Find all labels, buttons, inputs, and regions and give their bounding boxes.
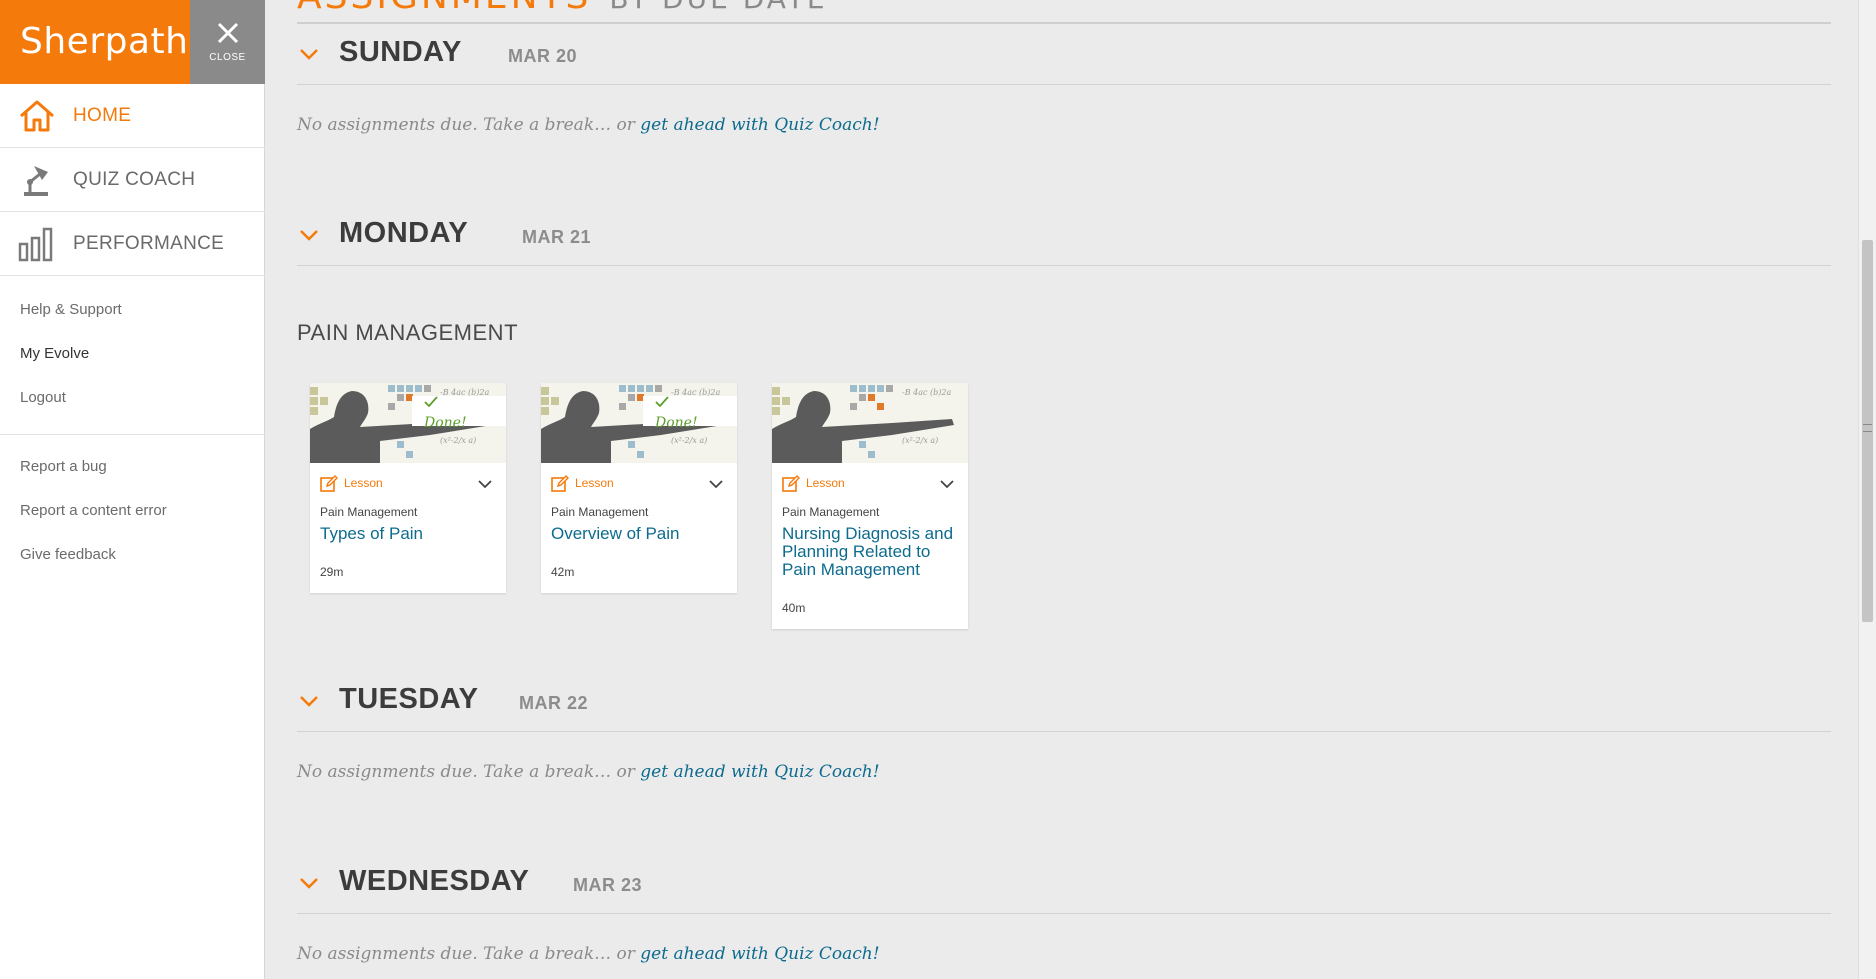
bar-chart-icon [18, 227, 53, 262]
card-course: Pain Management [320, 505, 418, 519]
nav-item-home[interactable]: HOME [0, 84, 265, 148]
card-type-label: Lesson [575, 476, 614, 490]
card-duration: 40m [782, 601, 806, 615]
close-icon [217, 22, 238, 44]
day-name: TUESDAY [339, 683, 479, 715]
svg-text:(x²-2/x a): (x²-2/x a) [902, 436, 938, 445]
assignment-card[interactable]: -B 4ac (b)2a (x²-2/x a) Lesson Pain Mana… [772, 383, 968, 629]
card-type-row: Lesson [772, 473, 968, 503]
no-assignments-text: No assignments due. Take a break… or [297, 115, 641, 135]
day-header-monday: MONDAY MAR 21 [297, 205, 1831, 266]
lesson-thumbnail: -B 4ac (b)2a (x²-2/x a) Done! [310, 383, 506, 463]
day-name: MONDAY [339, 217, 469, 249]
vertical-scrollbar[interactable] [1858, 0, 1876, 979]
section-title: PAIN MANAGEMENT [297, 320, 519, 345]
nav-label-home: HOME [73, 105, 132, 126]
nav-label-quiz-coach: QUIZ COACH [73, 169, 196, 190]
sidebar: Sherpath CLOSE HOME QUIZ COACH PERFORMAN… [0, 0, 265, 979]
assignment-card[interactable]: -B 4ac (b)2a (x²-2/x a) Done! Lesson Pai… [310, 383, 506, 593]
checkmark-icon [424, 396, 438, 408]
card-type-row: Lesson [310, 473, 506, 503]
chevron-down-icon[interactable] [707, 475, 725, 493]
report-content-error-link[interactable]: Report a content error [20, 489, 167, 533]
card-duration: 42m [551, 565, 575, 579]
card-type-row: Lesson [541, 473, 737, 503]
quiz-coach-link[interactable]: get ahead with Quiz Coach! [640, 944, 879, 964]
no-assignments-text: No assignments due. Take a break… or [297, 762, 641, 782]
nav-item-quiz-coach[interactable]: QUIZ COACH [0, 148, 265, 212]
assignment-card[interactable]: -B 4ac (b)2a (x²-2/x a) Done! Lesson Pai… [541, 383, 737, 593]
checkmark-icon [655, 396, 669, 408]
close-sidebar-button[interactable]: CLOSE [190, 0, 265, 84]
chevron-down-icon[interactable] [297, 871, 321, 895]
day-name: WEDNESDAY [339, 865, 530, 897]
svg-text:-B 4ac (b)2a: -B 4ac (b)2a [902, 388, 951, 397]
no-assignments-text: No assignments due. Take a break… or [297, 944, 641, 964]
chevron-down-icon[interactable] [476, 475, 494, 493]
page-title: ASSIGNMENTS [297, 0, 591, 17]
nav-label-performance: PERFORMANCE [73, 233, 225, 254]
card-type-label: Lesson [344, 476, 383, 490]
card-course: Pain Management [551, 505, 649, 519]
chevron-down-icon[interactable] [297, 223, 321, 247]
day-date: MAR 20 [508, 46, 578, 66]
logout-link[interactable]: Logout [20, 376, 122, 420]
chevron-down-icon[interactable] [297, 42, 321, 66]
day-date: MAR 23 [573, 875, 643, 895]
day-name: SUNDAY [339, 36, 462, 68]
day-header-wednesday: WEDNESDAY MAR 23 [297, 853, 1831, 914]
edit-icon [782, 475, 800, 492]
quiz-coach-link[interactable]: get ahead with Quiz Coach! [640, 115, 879, 135]
primary-links: Help & Support My Evolve Logout [20, 288, 122, 420]
chevron-down-icon[interactable] [938, 475, 956, 493]
card-title-link[interactable]: Types of Pain [320, 525, 496, 543]
secondary-links: Report a bug Report a content error Give… [20, 445, 167, 577]
page-subtitle: BY DUE DATE [609, 0, 827, 15]
day-date: MAR 21 [522, 227, 592, 247]
day-header-tuesday: TUESDAY MAR 22 [297, 671, 1831, 732]
card-title-link[interactable]: Nursing Diagnosis and Planning Related t… [782, 525, 958, 579]
no-assignments-message: No assignments due. Take a break… or get… [297, 115, 880, 135]
nav-item-performance[interactable]: PERFORMANCE [0, 212, 265, 276]
home-icon [20, 100, 54, 132]
day-date: MAR 22 [519, 693, 589, 713]
card-type-label: Lesson [806, 476, 845, 490]
card-course: Pain Management [782, 505, 880, 519]
brand-logo: Sherpath [0, 0, 190, 84]
give-feedback-link[interactable]: Give feedback [20, 533, 167, 577]
done-label: Done! [424, 415, 467, 431]
close-label: CLOSE [209, 52, 246, 63]
no-assignments-message: No assignments due. Take a break… or get… [297, 944, 880, 964]
card-title-link[interactable]: Overview of Pain [551, 525, 727, 543]
page-heading: ASSIGNMENTS BY DUE DATE [297, 0, 828, 17]
scrollbar-grip [1863, 424, 1872, 432]
done-badge: Done! [412, 396, 506, 431]
help-support-link[interactable]: Help & Support [20, 288, 122, 332]
done-badge: Done! [643, 396, 737, 431]
chevron-down-icon[interactable] [297, 689, 321, 713]
lesson-thumbnail: -B 4ac (b)2a (x²-2/x a) Done! [541, 383, 737, 463]
my-evolve-link[interactable]: My Evolve [20, 332, 122, 376]
day-header-sunday: SUNDAY MAR 20 [297, 24, 1831, 85]
card-duration: 29m [320, 565, 344, 579]
quiz-coach-link[interactable]: get ahead with Quiz Coach! [640, 762, 879, 782]
done-label: Done! [655, 415, 698, 431]
edit-icon [320, 475, 338, 492]
report-bug-link[interactable]: Report a bug [20, 445, 167, 489]
lesson-thumbnail: -B 4ac (b)2a (x²-2/x a) [772, 383, 968, 463]
desk-lamp-icon [24, 166, 48, 196]
sidebar-divider [0, 434, 265, 435]
no-assignments-message: No assignments due. Take a break… or get… [297, 762, 880, 782]
main-content: ASSIGNMENTS BY DUE DATE SUNDAY MAR 20 No … [265, 0, 1876, 979]
edit-icon [551, 475, 569, 492]
